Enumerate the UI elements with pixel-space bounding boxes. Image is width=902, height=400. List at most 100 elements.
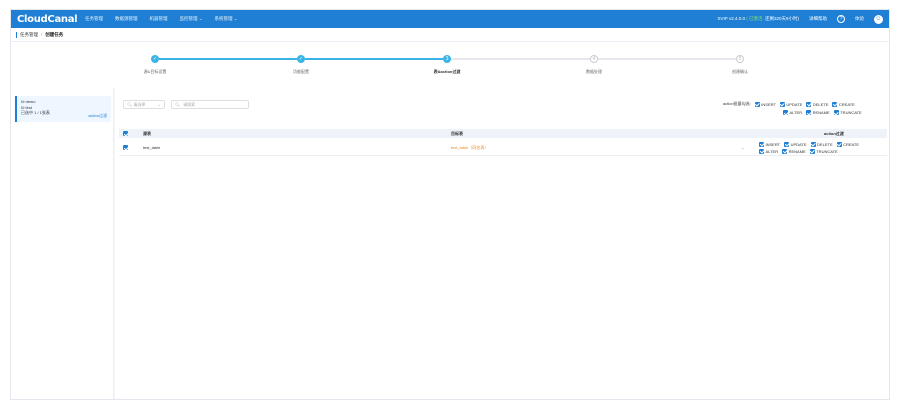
option-label: UPDATE [790,141,807,147]
main-nav: 任务管理 数据源管理 机器管理 监控管理 ⌄ 系统管理 ⌄ [85,16,238,22]
batch-action-select: action批量勾选: INSERT UPDATE DELETE CREATE … [723,101,883,115]
license-status: ( 已激活, [746,16,764,21]
version-label: SVIP v2.4.0.0 [717,16,745,21]
batch-insert-checkbox[interactable]: INSERT [754,101,776,107]
nav-item-machines[interactable]: 机器管理 [150,16,168,22]
step-5-number: 5 [736,55,744,63]
search-icon: 🔍︎ [127,101,133,107]
row-alter-checkbox[interactable]: ALTER [759,148,779,154]
checkbox-icon [832,101,838,107]
step-4-number: 4 [590,55,598,63]
license-remaining: 还剩320天9小时) [764,16,799,21]
source-table-name: test_table [143,145,161,150]
row-action-line-1: INSERT UPDATE DELETE CREATE [759,141,883,147]
nav-item-monitor[interactable]: 监控管理 ⌄ [180,16,203,22]
checkbox-icon [809,148,815,154]
nav-item-datasources[interactable]: 数据源管理 [115,16,138,22]
database-icon: ⛁ [21,104,25,110]
batch-action-row-2: ALTER RENAME TRUNCATE [723,110,883,115]
search-placeholder: 请搜索 [183,101,196,107]
checkbox-icon [782,148,788,154]
row-rename-checkbox[interactable]: RENAME [782,148,806,154]
option-label: CREATE [843,141,860,147]
batch-action-label: action批量勾选: [723,101,751,106]
user-name[interactable]: 体验 [855,16,864,22]
option-label: CREATE [838,101,855,107]
select-all-checkbox[interactable] [123,131,128,136]
avatar[interactable]: ☺ [874,14,883,24]
action-filter-link[interactable]: action过滤 [88,113,107,119]
row-insert-checkbox[interactable]: INSERT [759,141,781,147]
step-1-check-icon: ✓ [151,55,159,63]
row-action-checkboxes: INSERT UPDATE DELETE CREATE ALTER RENAME… [759,141,883,154]
checkbox-icon [836,141,842,147]
step-5-label: 创建确认 [732,69,748,74]
breadcrumb-marker [16,31,17,38]
checkbox-icon [759,141,764,147]
breadcrumb-current: 创建任务 [45,31,64,37]
batch-delete-checkbox[interactable]: DELETE [806,101,829,107]
checkbox-icon [759,148,764,154]
checkbox-icon [833,110,839,115]
batch-alter-checkbox[interactable]: ALTER [783,110,802,115]
checkbox-icon [810,141,816,147]
option-label: UPDATE [786,101,803,107]
row-checkbox[interactable] [123,145,128,150]
step-progress: ✓ ✓ 3 4 5 源&目标设置 功能配置 表&action过滤 数据处理 创建… [11,42,889,88]
help-icon[interactable]: ? [837,15,845,23]
batch-create-checkbox[interactable]: CREATE [832,101,855,107]
row-update-checkbox[interactable]: UPDATE [784,141,807,147]
option-label: RENAME [788,148,806,154]
step-connector-4 [598,58,736,60]
app-window: CloudCanal 任务管理 数据源管理 机器管理 监控管理 ⌄ 系统管理 ⌄… [10,9,890,400]
top-navbar: CloudCanal 任务管理 数据源管理 机器管理 监控管理 ⌄ 系统管理 ⌄… [11,10,889,28]
checkbox-icon [784,141,790,147]
source-panel: ⛁ demo ⛁ test 已选中 1 / 1张表 action过滤 [11,88,114,399]
license-info: SVIP v2.4.0.0 ( 已激活, 还剩320天9小时) [718,16,799,22]
option-label: INSERT [761,101,776,107]
help-doc-link[interactable]: 详细帮助 [809,16,827,22]
table-row: test_table test_table（同名表） ⌄ INSERT UPDA… [119,140,887,156]
checkbox-icon [779,101,785,107]
database-icon: ⛁ [21,99,25,104]
batch-truncate-checkbox[interactable]: TRUNCATE [833,110,862,115]
table-filter-area: 🔍︎ 请选择 ⌄ 🔍︎ 请搜索 action批量勾选: INSERT UPDAT… [115,88,889,399]
nav-item-tasks[interactable]: 任务管理 [85,16,103,22]
step-connector-3 [451,58,590,60]
step-2-label: 功能配置 [293,69,309,74]
filter-toolbar: 🔍︎ 请选择 ⌄ 🔍︎ 请搜索 [123,100,249,109]
checkbox-icon [783,110,788,115]
step-3-number: 3 [443,55,451,63]
row-truncate-checkbox[interactable]: TRUNCATE [809,148,838,154]
nav-item-system[interactable]: 系统管理 ⌄ [215,16,238,22]
table-header: 源表 目标表 action过滤 [119,129,887,138]
option-label: DELETE [812,101,829,107]
option-label: INSERT [765,141,781,147]
checkbox-icon [754,101,760,107]
search-input[interactable]: 🔍︎ 请搜索 [171,100,249,109]
row-create-checkbox[interactable]: CREATE [836,141,860,147]
search-icon: 🔍︎ [175,102,181,107]
header-right: SVIP v2.4.0.0 ( 已激活, 还剩320天9小时) 详细帮助 ? 体… [718,10,883,28]
step-3-label: 表&action过滤 [433,69,461,74]
option-label: RENAME [812,110,830,115]
chevron-down-icon: ⌄ [157,102,161,107]
row-delete-checkbox[interactable]: DELETE [810,141,833,147]
breadcrumb: 任务管理 / 创建任务 [11,28,889,42]
source-db-item[interactable]: ⛁ demo ⛁ test 已选中 1 / 1张表 action过滤 [15,96,111,122]
breadcrumb-root[interactable]: 任务管理 [20,32,38,38]
target-db-name: test [25,104,32,110]
option-label: ALTER [765,148,779,154]
target-table-name[interactable]: test_table（同名表） [451,145,488,151]
option-label: DELETE [817,141,833,147]
batch-update-checkbox[interactable]: UPDATE [779,101,803,107]
header-action-filter: action过滤 [824,130,844,136]
batch-action-row-1: action批量勾选: INSERT UPDATE DELETE CREATE [723,101,883,107]
filter-select[interactable]: 🔍︎ 请选择 ⌄ [123,100,165,109]
option-label: TRUNCATE [816,148,838,154]
batch-rename-checkbox[interactable]: RENAME [806,110,830,115]
header-source-table: 源表 [143,130,151,136]
step-2-check-icon: ✓ [297,55,305,63]
logo: CloudCanal [17,13,78,25]
chevron-down-icon[interactable]: ⌄ [741,145,744,150]
